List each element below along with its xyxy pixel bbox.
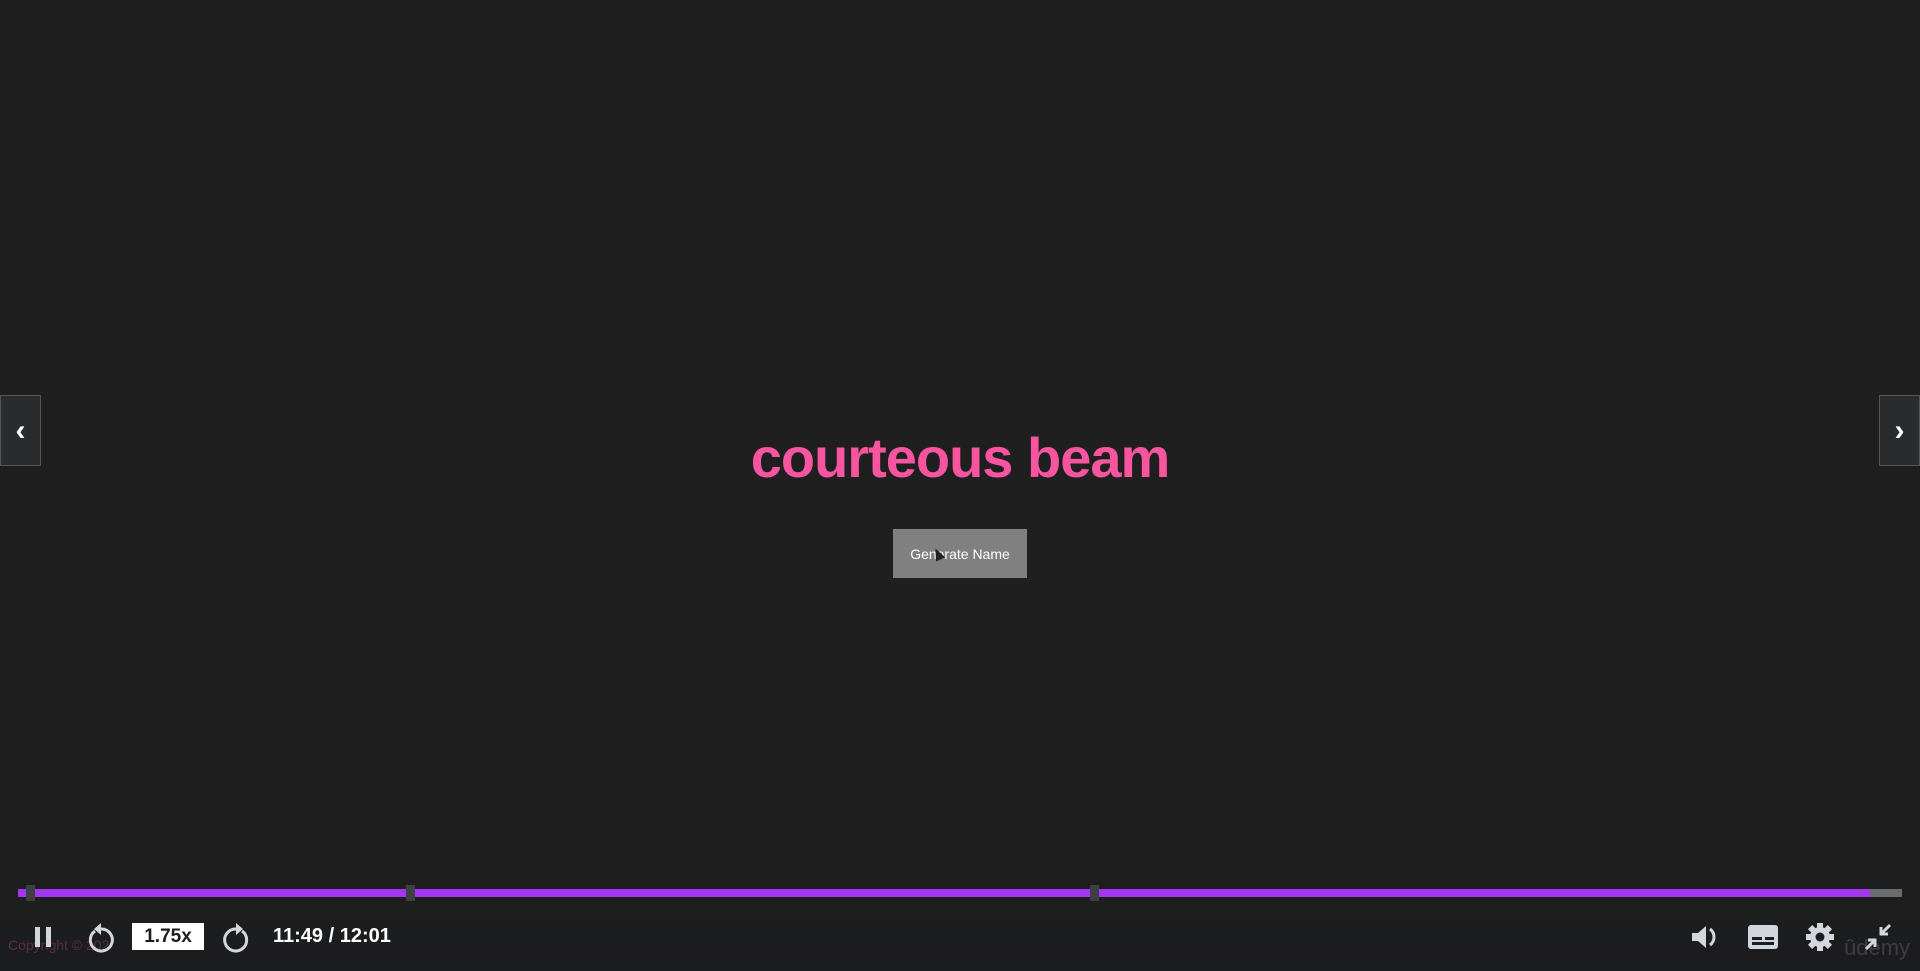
chevron-left-icon: ‹ [15,413,26,447]
rewind-button[interactable] [84,918,118,956]
settings-button[interactable] [1802,918,1838,956]
exit-fullscreen-button[interactable] [1860,918,1896,956]
controls-background [0,861,1920,971]
chapter-marker[interactable] [406,885,416,901]
progress-fill [18,889,1870,897]
previous-lecture-button[interactable]: ‹ [0,395,41,466]
next-lecture-button[interactable]: › [1879,395,1920,466]
forward-icon [223,923,249,953]
pause-button[interactable] [28,918,58,956]
captions-button[interactable] [1745,918,1781,956]
volume-icon [1692,926,1716,948]
time-display: 11:49 / 12:01 [273,925,391,947]
generated-name-heading: courteous beam [750,426,1171,489]
progress-bar[interactable] [18,885,1902,901]
chapter-marker[interactable] [25,885,35,901]
chapter-marker[interactable] [1089,885,1099,901]
captions-icon [1748,925,1778,949]
forward-button[interactable] [219,918,253,956]
exit-fullscreen-icon [1864,923,1892,951]
playback-speed-button[interactable]: 1.75x [132,923,204,950]
settings-icon [1806,923,1834,951]
rewind-icon [88,923,114,953]
generate-name-button[interactable]: Generate Name [893,529,1027,578]
chevron-right-icon: › [1894,413,1905,447]
pause-icon [35,927,51,947]
volume-button[interactable] [1688,918,1722,956]
